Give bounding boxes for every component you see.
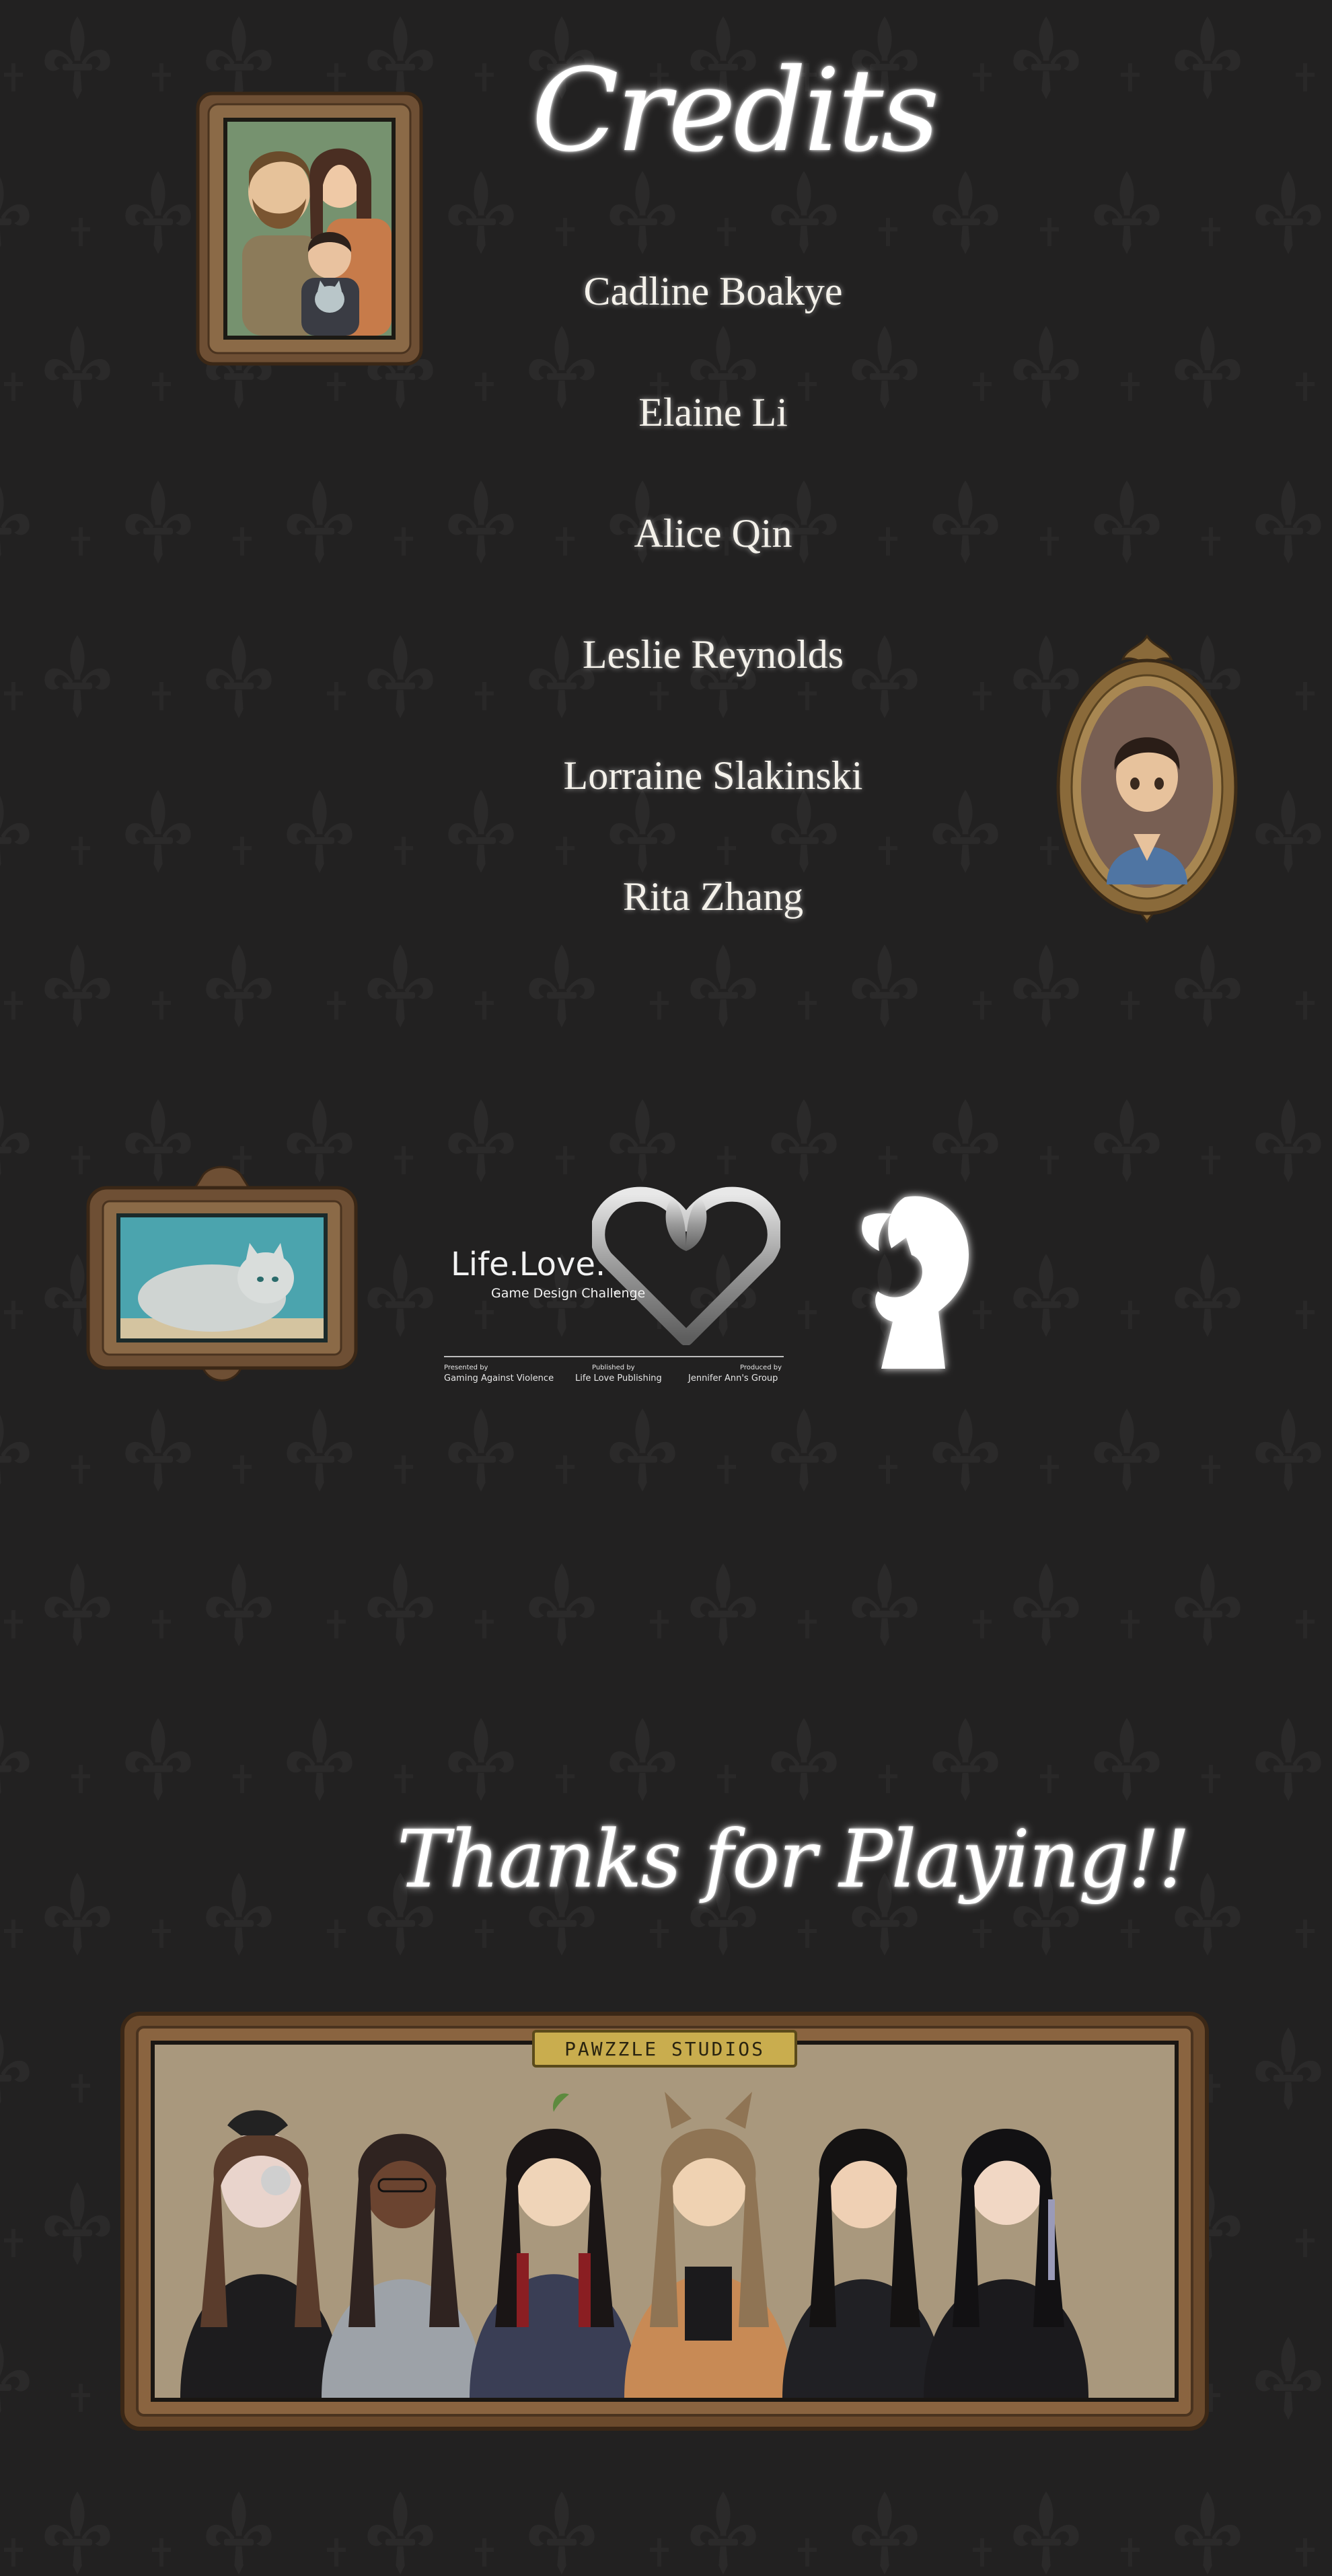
credit-name-6: Rita Zhang [622,874,804,919]
family-portrait-frame [195,91,424,367]
cat-portrait-frame [84,1164,360,1389]
footer-role-2: Published by [592,1364,635,1371]
cat-keyhole-logo-icon [844,1184,979,1379]
credit-name-1: Cadline Boakye [583,269,843,313]
life-love-tm: ™ [612,1290,620,1299]
logo-divider [444,1356,784,1357]
footer-org-2: Life Love Publishing [575,1373,662,1384]
credit-name-2: Elaine Li [638,390,788,434]
life-love-logo: Life.Love. Game Design Challenge ™ Prese… [441,1170,790,1399]
life-love-heart-emblem-icon [592,1186,780,1345]
credit-name-3: Alice Qin [634,511,792,556]
life-love-subtitle: Game Design Challenge [491,1286,646,1301]
team-group-portrait-frame: PAWZZLE STUDIOS [120,2011,1210,2431]
studio-name-plaque: PAWZZLE STUDIOS [564,2038,765,2060]
footer-org-1: Gaming Against Violence [444,1373,554,1384]
footer-org-3: Jennifer Ann's Group [688,1373,778,1384]
credits-title: Credits [531,44,940,178]
thanks-for-playing-message: Thanks for Playing!! [397,1813,1191,1905]
life-love-name: Life.Love. [451,1246,606,1283]
credit-name-4: Leslie Reynolds [582,632,844,677]
footer-role-1: Presented by [444,1364,488,1371]
footer-role-3: Produced by [740,1364,782,1371]
boy-portrait-oval-frame [1053,632,1241,935]
credit-name-5: Lorraine Slakinski [563,753,863,798]
